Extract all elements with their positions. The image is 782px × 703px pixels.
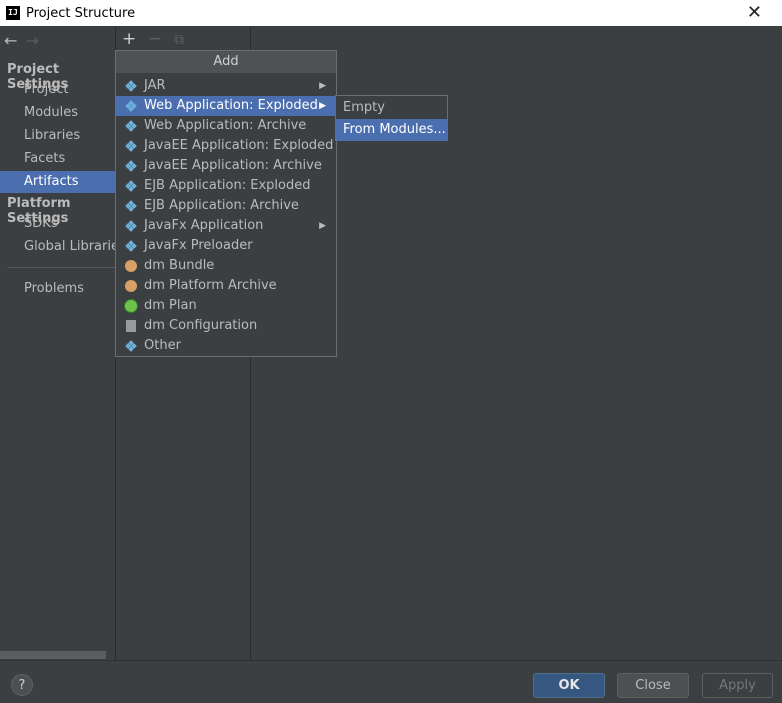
add-artifact-menu: Add JAR ▶ Web Application: Exploded ▶ We… xyxy=(115,50,337,357)
sidebar-item-sdks[interactable]: SDKs xyxy=(0,213,115,235)
sidebar-item-artifacts[interactable]: Artifacts xyxy=(0,171,115,193)
menu-item-other[interactable]: Other xyxy=(116,336,336,356)
menu-item-javafx-preloader[interactable]: JavaFx Preloader xyxy=(116,236,336,256)
sidebar-item-problems[interactable]: Problems xyxy=(0,278,115,300)
web-exploded-submenu: Empty From Modules... xyxy=(335,95,448,141)
close-window-icon[interactable]: ✕ xyxy=(747,2,762,24)
menu-item-dm-bundle[interactable]: dm Bundle xyxy=(116,256,336,276)
add-menu-title: Add xyxy=(116,51,336,73)
menu-item-label: Web Application: Archive xyxy=(144,118,307,133)
menu-item-ejb-application-exploded[interactable]: EJB Application: Exploded xyxy=(116,176,336,196)
sidebar-item-modules[interactable]: Modules xyxy=(0,102,115,124)
back-arrow-icon[interactable]: ← xyxy=(4,31,17,50)
menu-item-dm-configuration[interactable]: dm Configuration xyxy=(116,316,336,336)
intellij-app-icon: IJ xyxy=(6,6,20,20)
menu-item-label: JavaEE Application: Archive xyxy=(144,158,322,173)
menu-item-label: EJB Application: Archive xyxy=(144,198,299,213)
add-icon[interactable]: + xyxy=(122,29,136,49)
nav-arrows: ← → xyxy=(4,31,39,50)
submenu-arrow-icon: ▶ xyxy=(319,221,326,231)
dm-bundle-icon xyxy=(124,259,138,273)
menu-item-label: dm Configuration xyxy=(144,318,258,333)
settings-sidebar: ← → Project Settings Project Modules Libr… xyxy=(0,27,116,660)
menu-item-label: dm Bundle xyxy=(144,258,215,273)
menu-item-javafx-application[interactable]: JavaFx Application ▶ xyxy=(116,216,336,236)
javafx-icon xyxy=(124,219,138,233)
apply-button[interactable]: Apply xyxy=(702,673,773,698)
window-title: Project Structure xyxy=(26,5,136,21)
dm-plan-icon xyxy=(124,299,138,313)
menu-item-label: JavaEE Application: Exploded xyxy=(144,138,334,153)
close-button[interactable]: Close xyxy=(617,673,689,698)
other-icon xyxy=(124,339,138,353)
menu-item-label: dm Plan xyxy=(144,298,197,313)
sidebar-item-project[interactable]: Project xyxy=(0,79,115,101)
sidebar-divider xyxy=(7,267,115,268)
menu-item-ejb-application-archive[interactable]: EJB Application: Archive xyxy=(116,196,336,216)
dialog-footer: ? OK Close Apply xyxy=(0,660,782,703)
menu-item-web-application-archive[interactable]: Web Application: Archive xyxy=(116,116,336,136)
sidebar-item-libraries[interactable]: Libraries xyxy=(0,125,115,147)
dm-platform-archive-icon xyxy=(124,279,138,293)
help-button[interactable]: ? xyxy=(11,674,33,696)
menu-item-jar[interactable]: JAR ▶ xyxy=(116,76,336,96)
title-bar: IJ Project Structure ✕ xyxy=(0,0,782,26)
copy-icon[interactable]: ⧉ xyxy=(174,32,184,48)
submenu-arrow-icon: ▶ xyxy=(319,101,326,111)
menu-item-javaee-application-archive[interactable]: JavaEE Application: Archive xyxy=(116,156,336,176)
menu-item-label: EJB Application: Exploded xyxy=(144,178,311,193)
menu-item-label: dm Platform Archive xyxy=(144,278,277,293)
submenu-arrow-icon: ▶ xyxy=(319,81,326,91)
menu-item-web-application-exploded[interactable]: Web Application: Exploded ▶ xyxy=(116,96,336,116)
sidebar-horizontal-scrollbar[interactable] xyxy=(0,651,106,659)
diamond-icon xyxy=(124,79,138,93)
javafx-preloader-icon xyxy=(124,239,138,253)
menu-item-label: JavaFx Application xyxy=(144,218,264,233)
ok-button[interactable]: OK xyxy=(533,673,605,698)
submenu-item-empty[interactable]: Empty xyxy=(336,97,447,119)
sidebar-item-global-libraries[interactable]: Global Libraries xyxy=(0,236,115,258)
ejb-exploded-icon xyxy=(124,179,138,193)
submenu-item-from-modules[interactable]: From Modules... xyxy=(336,119,447,141)
sidebar-item-facets[interactable]: Facets xyxy=(0,148,115,170)
menu-item-label: Web Application: Exploded xyxy=(144,98,318,113)
menu-item-javaee-application-exploded[interactable]: JavaEE Application: Exploded xyxy=(116,136,336,156)
remove-icon[interactable]: − xyxy=(148,29,162,49)
menu-item-dm-plan[interactable]: dm Plan xyxy=(116,296,336,316)
javaee-exploded-icon xyxy=(124,139,138,153)
menu-item-label: Other xyxy=(144,338,181,353)
javaee-archive-icon xyxy=(124,159,138,173)
menu-item-dm-platform-archive[interactable]: dm Platform Archive xyxy=(116,276,336,296)
dm-configuration-icon xyxy=(124,319,138,333)
ejb-archive-icon xyxy=(124,199,138,213)
web-exploded-icon xyxy=(124,99,138,113)
forward-arrow-icon[interactable]: → xyxy=(25,31,38,50)
menu-item-label: JavaFx Preloader xyxy=(144,238,253,253)
menu-item-label: JAR xyxy=(144,78,166,93)
web-archive-icon xyxy=(124,119,138,133)
